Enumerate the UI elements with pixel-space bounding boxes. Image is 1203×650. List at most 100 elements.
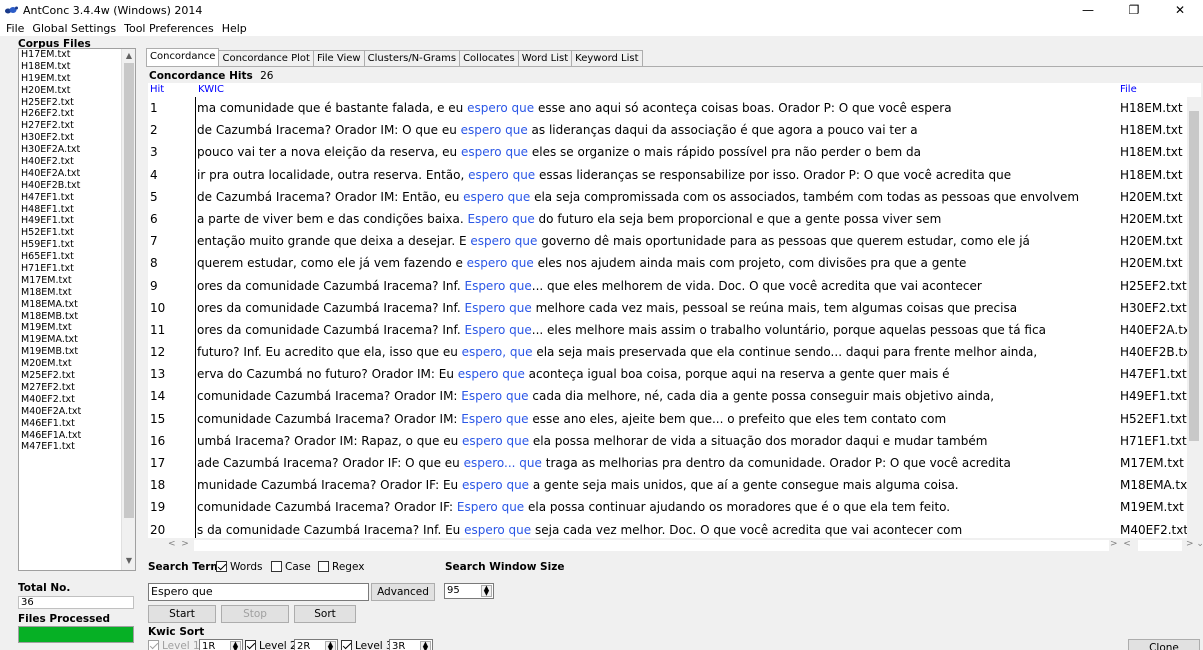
file-scroll-thumb[interactable]: [1189, 111, 1199, 441]
hit-number[interactable]: 11: [148, 318, 196, 342]
kwic-line[interactable]: ores da comunidade Cazumbá Iracema? Inf.…: [196, 297, 1118, 319]
kwic-keyword[interactable]: espero que: [467, 101, 534, 115]
corpus-file-item[interactable]: H52EF1.txt: [19, 227, 121, 239]
corpus-files-list[interactable]: H17EM.txt H18EM.txt H19EM.txt H20EM.txt H25E…: [18, 48, 136, 571]
scroll-right-icon[interactable]: > <: [1110, 539, 1131, 549]
kwic-keyword[interactable]: espero que: [464, 523, 531, 537]
tab-collocates[interactable]: Collocates: [459, 50, 519, 66]
menu-tool-preferences[interactable]: Tool Preferences: [120, 22, 218, 35]
corpus-file-item[interactable]: M18EM.txt: [19, 287, 121, 299]
window-size-spinner[interactable]: 95 ▲ ▼: [444, 583, 494, 599]
file-header[interactable]: File: [1118, 83, 1201, 97]
corpus-file-item[interactable]: M18EMB.txt: [19, 311, 121, 323]
corpus-file-item[interactable]: H30EF2A.txt: [19, 144, 121, 156]
spinner-arrows-icon[interactable]: ▲ ▼: [481, 585, 492, 597]
hit-number[interactable]: 15: [148, 407, 196, 430]
corpus-file-item[interactable]: H65EF1.txt: [19, 251, 121, 263]
kwic-horizontal-scrollbar[interactable]: < > < > < > ⌄: [148, 538, 1203, 553]
case-checkbox[interactable]: [271, 561, 282, 572]
maximize-icon[interactable]: ❐: [1111, 0, 1157, 20]
scroll-right-down-icon[interactable]: > ⌄: [1186, 539, 1203, 549]
kwic-line[interactable]: ir pra outra localidade, outra reserva. …: [196, 164, 1118, 186]
words-option[interactable]: Words: [216, 561, 262, 573]
file-scroll-track[interactable]: [1138, 540, 1182, 551]
corpus-file-item[interactable]: H30EF2.txt: [19, 132, 121, 144]
kwic-keyword[interactable]: espero que: [458, 367, 525, 381]
kwic-line[interactable]: ma comunidade que é bastante falada, e e…: [196, 97, 1118, 119]
kwic-line[interactable]: futuro? Inf. Eu acredito que ela, isso q…: [196, 341, 1118, 363]
tab-concordance[interactable]: Concordance: [146, 48, 220, 66]
minimize-icon[interactable]: —: [1065, 0, 1111, 20]
corpus-file-item[interactable]: H40EF2B.txt: [19, 180, 121, 192]
kwic-line[interactable]: pouco vai ter a nova eleição da reserva,…: [196, 141, 1118, 163]
hit-header[interactable]: Hit: [148, 83, 196, 97]
hit-number[interactable]: 18: [148, 474, 196, 497]
corpus-file-item[interactable]: M18EMA.txt: [19, 299, 121, 311]
hit-number[interactable]: 6: [148, 207, 196, 231]
hit-number[interactable]: 16: [148, 429, 196, 452]
concordance-results[interactable]: Hit 1 2 3 4 5 6 7 8 9 10 11 12 13 14 15 16 17 18 19 20 KWIC…: [148, 83, 1203, 553]
tab-keyword-list[interactable]: Keyword List: [571, 50, 643, 66]
corpus-file-item[interactable]: M19EMA.txt: [19, 334, 121, 346]
kwic-line[interactable]: comunidade Cazumbá Iracema? Orador IM: E…: [196, 385, 1118, 407]
level3-checkbox[interactable]: [341, 640, 352, 650]
corpus-file-item[interactable]: H17EM.txt: [19, 49, 121, 61]
kwic-line[interactable]: comunidade Cazumbá Iracema? Orador IM: E…: [196, 408, 1118, 430]
corpus-file-item[interactable]: M19EMB.txt: [19, 346, 121, 358]
kwic-line[interactable]: ade Cazumbá Iracema? Orador IF: O que eu…: [196, 452, 1118, 474]
regex-option[interactable]: Regex: [318, 561, 364, 573]
corpus-file-item[interactable]: H26EF2.txt: [19, 108, 121, 120]
stop-button[interactable]: Stop: [221, 605, 289, 623]
case-option[interactable]: Case: [271, 561, 311, 573]
corpus-file-item[interactable]: H40EF2.txt: [19, 156, 121, 168]
hit-number[interactable]: 5: [148, 185, 196, 208]
tab-word-list[interactable]: Word List: [517, 50, 573, 66]
kwic-keyword[interactable]: Espero que: [464, 323, 531, 337]
hit-number[interactable]: 17: [148, 452, 196, 475]
hit-number[interactable]: 12: [148, 341, 196, 364]
hit-number[interactable]: 9: [148, 274, 196, 297]
search-term-input[interactable]: Espero que: [148, 583, 369, 601]
tab-file-view[interactable]: File View: [312, 50, 365, 66]
kwic-keyword[interactable]: espero que: [468, 168, 535, 182]
corpus-file-item[interactable]: H49EF1.txt: [19, 215, 121, 227]
level1-checkbox[interactable]: [148, 640, 159, 650]
corpus-file-item[interactable]: M47EF1.txt: [19, 441, 121, 453]
kwic-line[interactable]: munidade Cazumbá Iracema? Orador IF: Eu …: [196, 474, 1118, 496]
kwic-line[interactable]: a parte de viver bem e das condições bai…: [196, 208, 1118, 230]
scroll-down-icon[interactable]: ▼: [122, 556, 135, 568]
hit-number[interactable]: 3: [148, 141, 196, 164]
corpus-file-item[interactable]: H19EM.txt: [19, 73, 121, 85]
corpus-file-item[interactable]: M27EF2.txt: [19, 382, 121, 394]
corpus-list-scrollbar[interactable]: ▲ ▼: [121, 49, 135, 570]
hit-number[interactable]: 2: [148, 119, 196, 142]
regex-checkbox[interactable]: [318, 561, 329, 572]
corpus-file-item[interactable]: H18EM.txt: [19, 61, 121, 73]
kwic-line[interactable]: s da comunidade Cazumbá Iracema? Inf. Eu…: [196, 519, 1118, 538]
corpus-file-item[interactable]: M17EM.txt: [19, 275, 121, 287]
hit-number[interactable]: 4: [148, 163, 196, 186]
corpus-file-item[interactable]: H20EM.txt: [19, 85, 121, 97]
level2-spinner-icon[interactable]: ▲ ▼: [325, 641, 336, 650]
words-checkbox[interactable]: [216, 561, 227, 572]
kwic-keyword[interactable]: espero que: [467, 256, 534, 270]
kwic-keyword[interactable]: espero que: [462, 478, 529, 492]
kwic-line[interactable]: de Cazumbá Iracema? Orador IM: Então, eu…: [196, 186, 1118, 208]
sort-button[interactable]: Sort: [294, 605, 356, 623]
level3-spinner-icon[interactable]: ▲ ▼: [420, 641, 431, 650]
kwic-keyword[interactable]: Espero que: [464, 279, 531, 293]
hit-number[interactable]: 14: [148, 385, 196, 408]
tab-concordance-plot[interactable]: Concordance Plot: [218, 50, 314, 66]
level1-spinner-icon[interactable]: ▲ ▼: [230, 641, 241, 650]
corpus-file-item[interactable]: H27EF2.txt: [19, 120, 121, 132]
clone-results-button[interactable]: Clone Results: [1128, 639, 1200, 650]
corpus-file-item[interactable]: H47EF1.txt: [19, 192, 121, 204]
level1-spinner[interactable]: 1R ▲ ▼: [199, 639, 243, 650]
corpus-file-item[interactable]: H71EF1.txt: [19, 263, 121, 275]
menu-help[interactable]: Help: [218, 22, 251, 35]
corpus-file-item[interactable]: H48EF1.txt: [19, 204, 121, 216]
kwic-line[interactable]: comunidade Cazumbá Iracema? Orador IF: E…: [196, 496, 1118, 518]
kwic-line[interactable]: erva do Cazumbá no futuro? Orador IM: Eu…: [196, 363, 1118, 385]
corpus-file-item[interactable]: H25EF2.txt: [19, 97, 121, 109]
scroll-thumb[interactable]: [124, 63, 134, 518]
